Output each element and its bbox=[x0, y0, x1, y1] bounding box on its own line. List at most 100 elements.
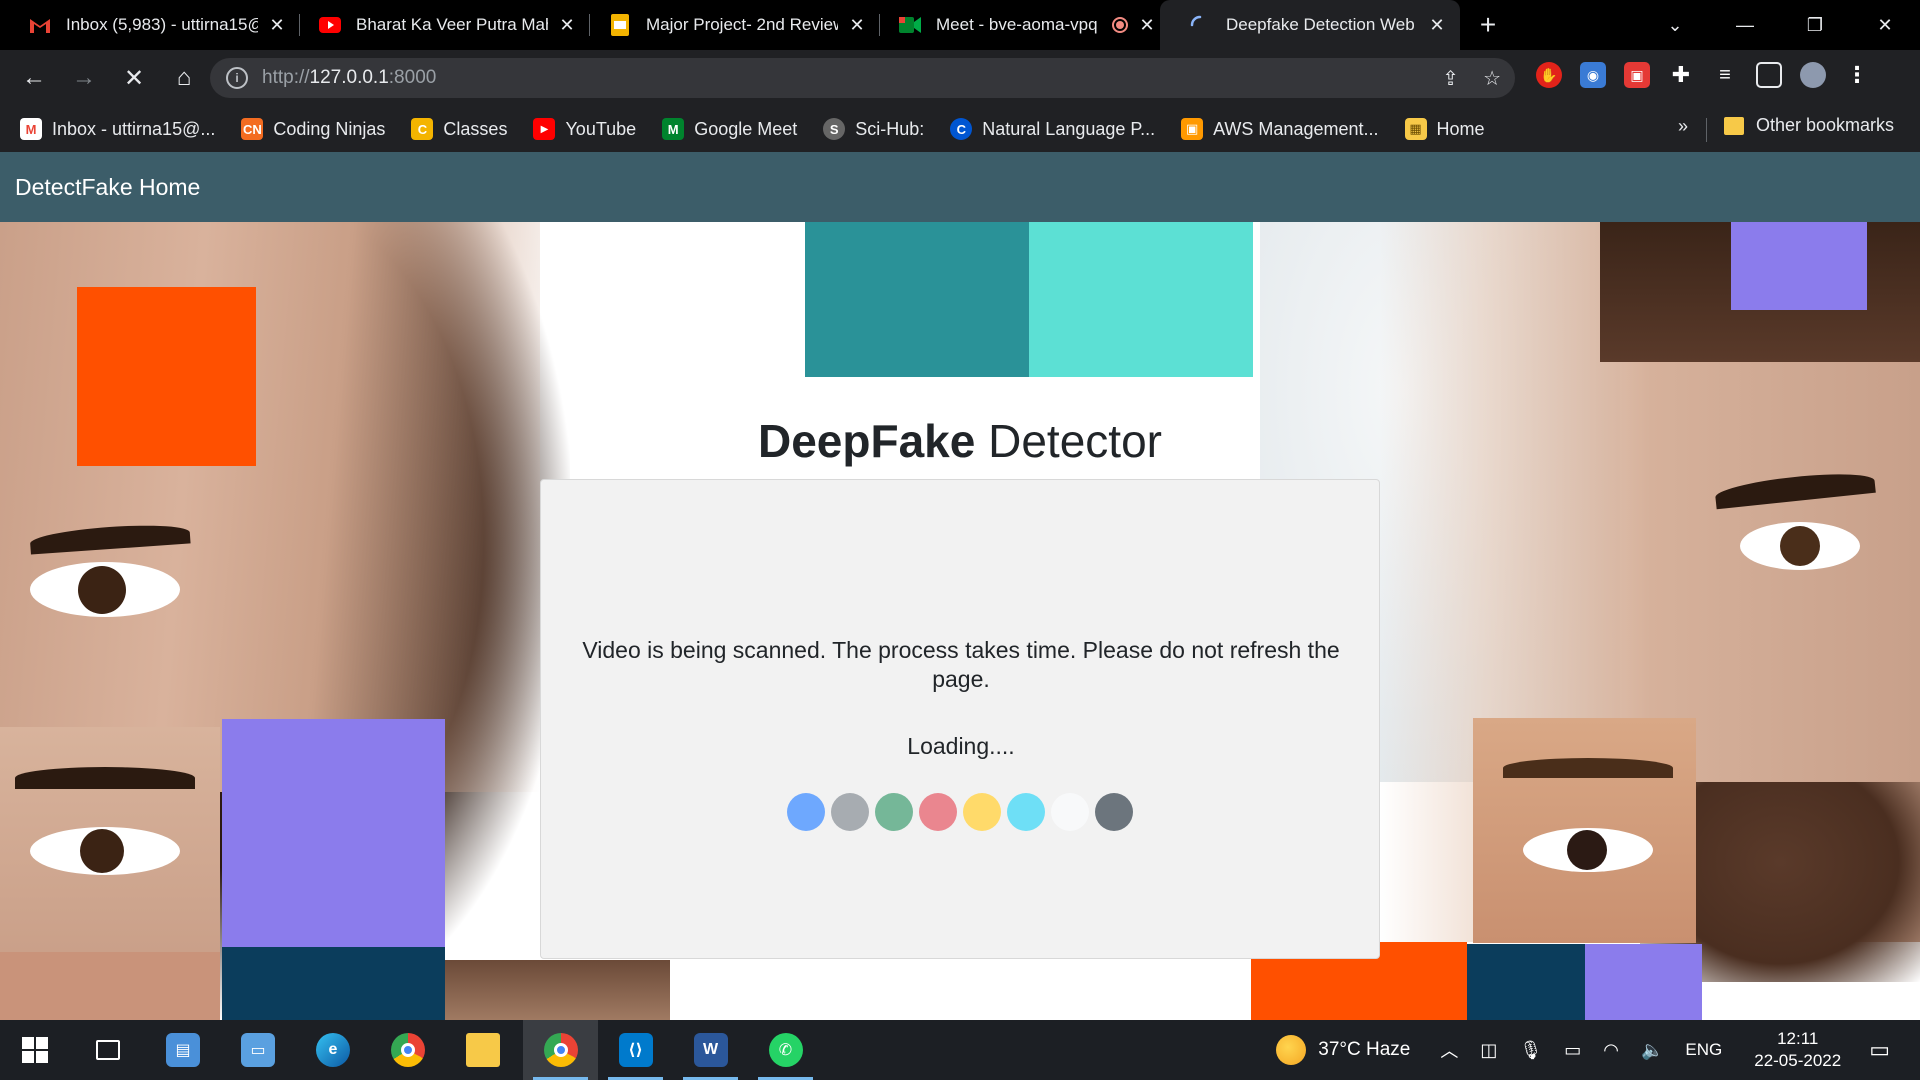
taskbar-vscode[interactable]: ⟨⟩ bbox=[598, 1020, 673, 1080]
task-view-icon bbox=[96, 1040, 120, 1060]
tab-meet[interactable]: Meet - bve-aoma-vpq ✕ bbox=[870, 0, 1170, 50]
bookmark-classes[interactable]: C Classes bbox=[411, 118, 507, 140]
tab-title: Inbox (5,983) - uttirna15@ bbox=[66, 15, 258, 34]
youtube-icon: ▶ bbox=[533, 118, 556, 140]
side-panel-icon[interactable] bbox=[1756, 62, 1782, 88]
skin-tile bbox=[0, 952, 220, 1020]
tab-youtube[interactable]: Bharat Ka Veer Putra Mah ✕ bbox=[290, 0, 590, 50]
folder-icon bbox=[466, 1033, 500, 1067]
loading-spinner-icon bbox=[1189, 14, 1211, 36]
tab-deepfake[interactable]: Deepfake Detection Web ✕ bbox=[1160, 0, 1460, 50]
edge-icon: e bbox=[316, 1033, 350, 1067]
language-indicator[interactable]: ENG bbox=[1685, 1040, 1722, 1060]
clock[interactable]: 12:11 22-05-2022 bbox=[1754, 1028, 1841, 1072]
avatar[interactable] bbox=[1800, 62, 1826, 88]
screen-capture-icon[interactable]: ◉ bbox=[1580, 62, 1606, 88]
media-control-icon[interactable]: ≡ bbox=[1712, 62, 1738, 88]
taskbar-whatsapp[interactable]: ✆ bbox=[748, 1020, 823, 1080]
bookmark-coding-ninjas[interactable]: CN Coding Ninjas bbox=[241, 118, 385, 140]
video-extension-icon[interactable]: ▣ bbox=[1624, 62, 1650, 88]
menu-kebab-icon[interactable]: ⋮ bbox=[1844, 62, 1870, 88]
navbar-brand-link[interactable]: DetectFake Home bbox=[15, 174, 200, 201]
close-icon[interactable]: ✕ bbox=[556, 14, 578, 36]
extensions-puzzle-icon[interactable]: ✚ bbox=[1668, 62, 1694, 88]
close-icon[interactable]: ✕ bbox=[266, 14, 288, 36]
tab-title: Bharat Ka Veer Putra Mah bbox=[356, 15, 548, 34]
bookmark-aws[interactable]: ▣ AWS Management... bbox=[1181, 118, 1379, 140]
show-hidden-icons-icon[interactable]: ︿ bbox=[1440, 1037, 1458, 1063]
decor-block bbox=[1029, 222, 1253, 377]
info-icon[interactable]: i bbox=[226, 67, 248, 89]
chrome-icon bbox=[543, 1033, 578, 1067]
spinner-dot bbox=[963, 793, 1001, 831]
camera-icon[interactable]: ◫ bbox=[1480, 1040, 1497, 1061]
tab-title: Major Project- 2nd Review bbox=[646, 15, 838, 34]
taskbar-control-panel[interactable]: ▤ bbox=[148, 1020, 218, 1080]
tab-slides[interactable]: Major Project- 2nd Review ✕ bbox=[580, 0, 880, 50]
taskbar-edge[interactable]: e bbox=[298, 1020, 368, 1080]
tab-gmail[interactable]: Inbox (5,983) - uttirna15@ ✕ bbox=[0, 0, 300, 50]
control-panel-icon: ▤ bbox=[166, 1033, 200, 1067]
bookmark-nlp[interactable]: C Natural Language P... bbox=[950, 118, 1155, 140]
close-icon[interactable]: ✕ bbox=[846, 14, 868, 36]
computer-icon: ▭ bbox=[241, 1033, 275, 1067]
bookmark-inbox[interactable]: M Inbox - uttirna15@... bbox=[20, 118, 215, 140]
forward-button[interactable]: → bbox=[62, 56, 106, 100]
address-bar[interactable]: i http://127.0.0.1:8000 ⇪ ☆ bbox=[210, 58, 1515, 98]
system-tray: 37°C Haze ︿ ◫ 🎙 ▭ ◠ 🔈 ENG 12:11 22-05-202… bbox=[1276, 1020, 1920, 1080]
decor-block bbox=[222, 947, 445, 1020]
bookmark-star-icon[interactable]: ☆ bbox=[1483, 66, 1501, 91]
weather-widget[interactable]: 37°C Haze bbox=[1276, 1035, 1410, 1065]
bookmark-home[interactable]: ▦ Home bbox=[1404, 118, 1485, 140]
slides-icon bbox=[609, 14, 631, 36]
taskbar-chrome[interactable] bbox=[373, 1020, 443, 1080]
other-bookmarks-button[interactable]: Other bookmarks bbox=[1724, 115, 1894, 136]
close-window-button[interactable]: ✕ bbox=[1850, 0, 1920, 50]
close-icon[interactable]: ✕ bbox=[1136, 14, 1158, 36]
new-tab-button[interactable]: + bbox=[1468, 0, 1508, 50]
windows-taskbar: ▤ ▭ e ⟨⟩ W ✆ 37°C Haze ︿ ◫ 🎙 ▭ ◠ 🔈 ENG 1… bbox=[0, 1020, 1920, 1080]
spinner-dot bbox=[1051, 793, 1089, 831]
home-box-icon: ▦ bbox=[1404, 118, 1427, 140]
back-button[interactable]: ← bbox=[12, 56, 56, 100]
taskbar-word[interactable]: W bbox=[673, 1020, 748, 1080]
meet-icon bbox=[899, 14, 921, 36]
bookmark-google-meet[interactable]: M Google Meet bbox=[662, 118, 797, 140]
adblock-icon[interactable]: ✋ bbox=[1536, 62, 1562, 88]
windows-logo-icon bbox=[22, 1037, 48, 1063]
more-bookmarks-button[interactable]: » bbox=[1678, 116, 1688, 137]
app-navbar: DetectFake Home bbox=[0, 152, 1920, 222]
minimize-button[interactable]: — bbox=[1710, 0, 1780, 50]
close-icon[interactable]: ✕ bbox=[1426, 14, 1448, 36]
vscode-icon: ⟨⟩ bbox=[618, 1033, 653, 1067]
meet-icon: M bbox=[662, 118, 685, 140]
taskbar-this-pc[interactable]: ▭ bbox=[223, 1020, 293, 1080]
coursera-icon: C bbox=[950, 118, 973, 140]
notifications-icon[interactable]: ▭ bbox=[1869, 1037, 1890, 1063]
stop-loading-button[interactable]: ✕ bbox=[112, 56, 156, 100]
taskbar-file-explorer[interactable] bbox=[448, 1020, 518, 1080]
volume-icon[interactable]: 🔈 bbox=[1641, 1040, 1663, 1061]
classroom-icon: C bbox=[411, 118, 434, 140]
bookmark-youtube[interactable]: ▶ YouTube bbox=[533, 118, 636, 140]
battery-icon[interactable]: ▭ bbox=[1564, 1040, 1581, 1061]
tab-search-icon[interactable]: ⌄ bbox=[1640, 0, 1710, 50]
wifi-icon[interactable]: ◠ bbox=[1603, 1040, 1619, 1061]
folder-icon bbox=[1724, 116, 1744, 135]
spinner-dot bbox=[875, 793, 913, 831]
loading-spinner-dots bbox=[787, 793, 1133, 831]
home-button[interactable]: ⌂ bbox=[162, 56, 206, 100]
start-button[interactable] bbox=[0, 1020, 70, 1080]
task-view-button[interactable] bbox=[73, 1020, 143, 1080]
loading-label: Loading.... bbox=[907, 733, 1015, 759]
share-icon[interactable]: ⇪ bbox=[1442, 66, 1459, 91]
microphone-icon[interactable]: 🎙 bbox=[1519, 1040, 1542, 1061]
eye-tile bbox=[0, 727, 220, 952]
url-text[interactable]: http://127.0.0.1:8000 bbox=[262, 67, 436, 89]
aws-icon: ▣ bbox=[1181, 118, 1204, 140]
decor-block bbox=[222, 719, 445, 947]
bookmark-scihub[interactable]: S Sci-Hub: bbox=[823, 118, 924, 140]
restore-button[interactable]: ❐ bbox=[1780, 0, 1850, 50]
spinner-dot bbox=[919, 793, 957, 831]
taskbar-chrome-profile[interactable] bbox=[523, 1020, 598, 1080]
